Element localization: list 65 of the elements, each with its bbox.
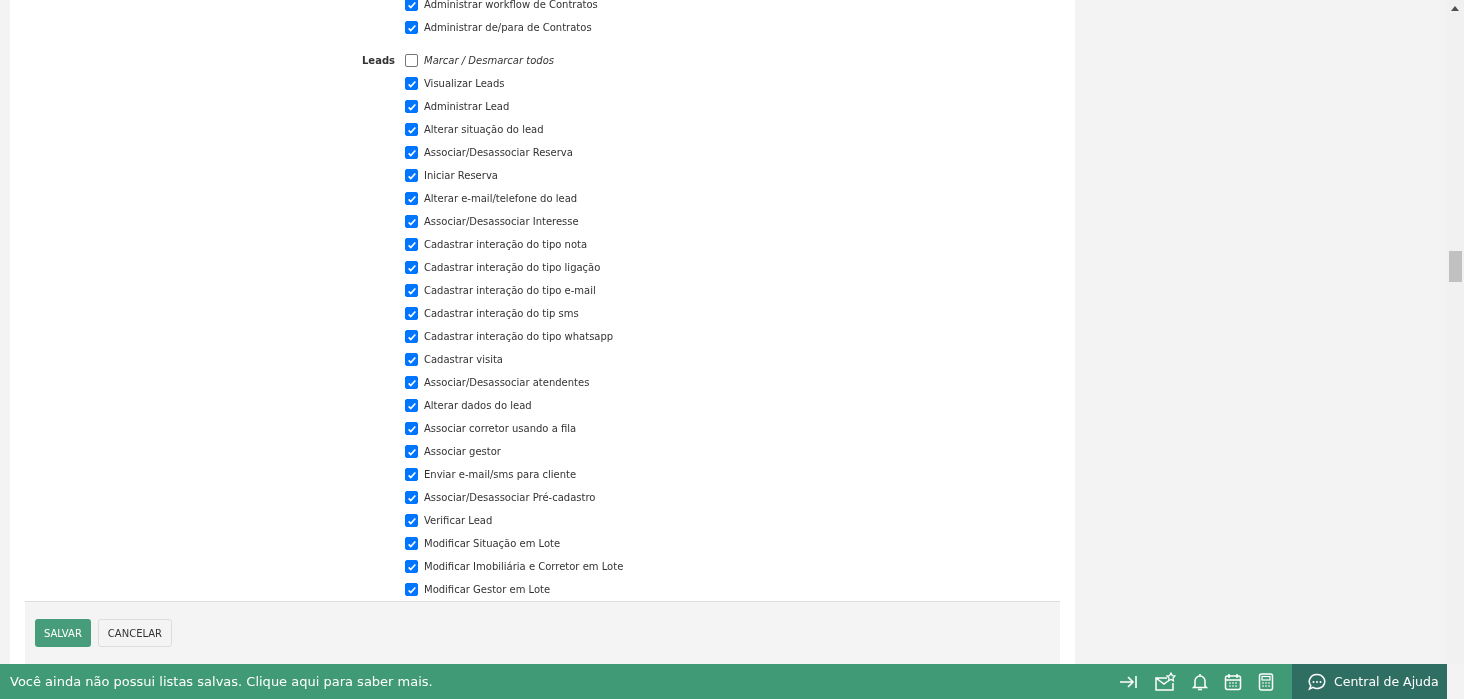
permission-label: Modificar Situação em Lote [424, 538, 561, 549]
permission-label: Administrar workflow de Contratos [424, 0, 598, 10]
checkbox[interactable] [405, 537, 418, 550]
permission-label: Associar/Desassociar Interesse [424, 216, 579, 227]
checkbox[interactable] [405, 583, 418, 596]
help-center-button[interactable]: Central de Ajuda [1292, 664, 1447, 699]
checkbox[interactable] [405, 192, 418, 205]
checkbox[interactable] [405, 491, 418, 504]
chat-bubble-icon [1308, 672, 1326, 691]
permission-label: Associar/Desassociar atendentes [424, 377, 590, 388]
checkbox[interactable] [405, 307, 418, 320]
checkbox[interactable] [405, 353, 418, 366]
checkbox[interactable] [405, 330, 418, 343]
permission-label: Visualizar Leads [424, 78, 505, 89]
mail-star-icon[interactable] [1154, 671, 1176, 692]
collapse-arrow-icon[interactable] [1118, 673, 1138, 690]
scroll-up-icon[interactable] [1451, 6, 1459, 11]
permission-label: Cadastrar interação do tipo whatsapp [424, 331, 614, 342]
checkbox[interactable] [405, 21, 418, 34]
bell-icon[interactable] [1192, 672, 1208, 691]
checkbox[interactable] [405, 468, 418, 481]
permission-label: Iniciar Reserva [424, 170, 498, 181]
checkbox[interactable] [405, 445, 418, 458]
checkbox[interactable] [405, 146, 418, 159]
checkbox[interactable] [405, 284, 418, 297]
checkbox[interactable] [405, 560, 418, 573]
permission-label: Enviar e-mail/sms para cliente [424, 469, 577, 480]
scrollbar-thumb[interactable] [1449, 251, 1462, 282]
checkbox[interactable] [405, 123, 418, 136]
permission-label: Alterar dados do lead [424, 400, 532, 411]
checkbox[interactable] [405, 238, 418, 251]
permission-label: Cadastrar interação do tip sms [424, 308, 579, 319]
checkbox[interactable] [405, 100, 418, 113]
calendar-icon[interactable] [1224, 672, 1242, 691]
cancel-button[interactable]: CANCELAR [97, 619, 173, 647]
permission-label: Associar gestor [424, 446, 501, 457]
permission-label: Associar/Desassociar Pré-cadastro [424, 492, 596, 503]
checkbox[interactable] [405, 376, 418, 389]
checkbox[interactable] [405, 514, 418, 527]
checkbox[interactable] [405, 261, 418, 274]
checkbox[interactable] [405, 422, 418, 435]
permission-label: Cadastrar interação do tipo nota [424, 239, 588, 250]
permission-label: Alterar e-mail/telefone do lead [424, 193, 578, 204]
toggle-all-label[interactable]: Marcar / Desmarcar todos [424, 55, 554, 66]
permission-label: Alterar situação do lead [424, 124, 544, 135]
checkbox[interactable] [405, 77, 418, 90]
group-label: Leads [362, 55, 395, 66]
permission-label: Associar corretor usando a fila [424, 423, 577, 434]
save-button[interactable]: SALVAR [35, 619, 91, 647]
permission-label: Cadastrar interação do tipo e-mail [424, 285, 596, 296]
checkbox[interactable] [405, 399, 418, 412]
checkbox[interactable] [405, 0, 418, 11]
permission-label: Administrar Lead [424, 101, 510, 112]
checkbox[interactable] [405, 169, 418, 182]
permission-label: Cadastrar visita [424, 354, 503, 365]
status-message[interactable]: Você ainda não possui listas salvas. Clique aqui para saber mais. [0, 674, 1118, 689]
permission-label: Associar/Desassociar Reserva [424, 147, 573, 158]
permission-label: Verificar Lead [424, 515, 493, 526]
checkbox[interactable] [405, 54, 418, 67]
permission-label: Modificar Imobiliária e Corretor em Lote [424, 561, 624, 572]
permission-label: Cadastrar interação do tipo ligação [424, 262, 601, 273]
checkbox[interactable] [405, 215, 418, 228]
permission-label: Administrar de/para de Contratos [424, 22, 592, 33]
permission-label: Modificar Gestor em Lote [424, 584, 551, 595]
calculator-icon[interactable] [1258, 672, 1274, 691]
